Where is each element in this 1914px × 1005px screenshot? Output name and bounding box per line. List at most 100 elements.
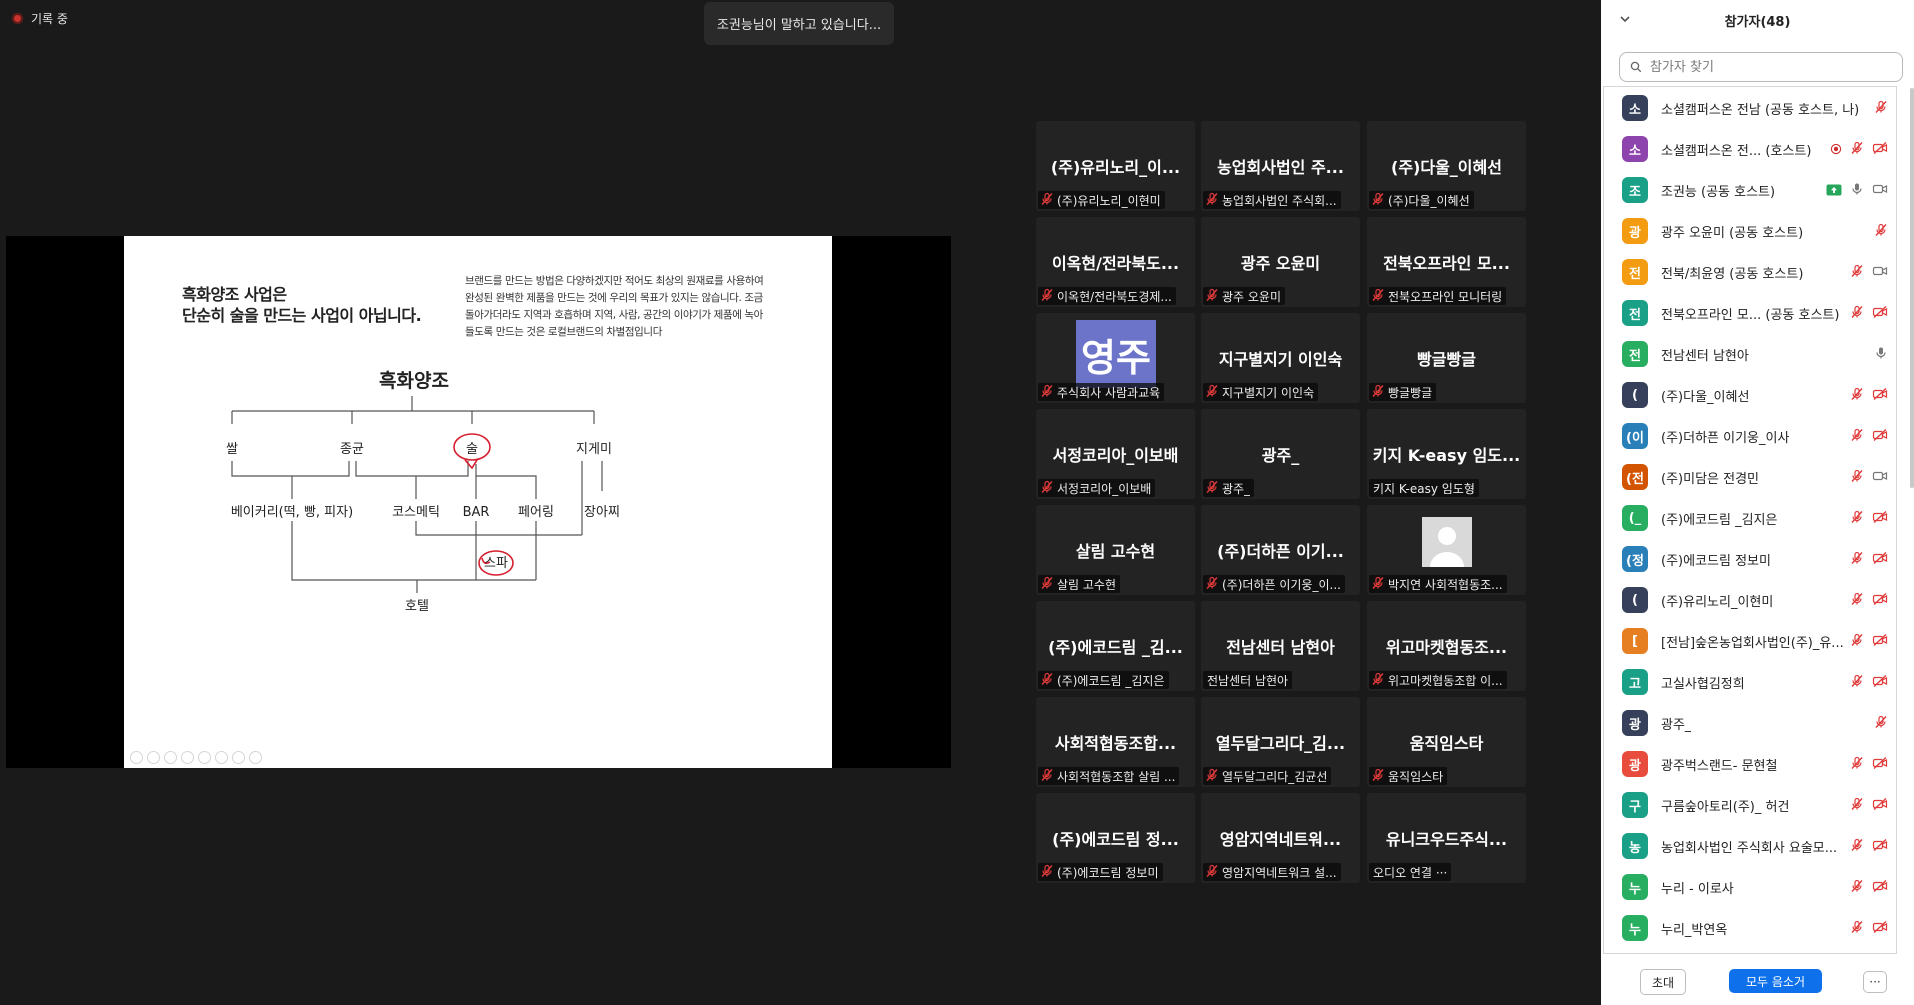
participant-row[interactable]: 광 광주 오윤미 (공동 호스트) <box>1604 210 1896 251</box>
pen-icon[interactable] <box>164 751 177 764</box>
mic-muted-icon[interactable] <box>1850 304 1864 323</box>
video-off-icon[interactable] <box>1872 304 1888 323</box>
video-tile[interactable]: (주)에코드림 정... (주)에코드림 정보미 <box>1036 793 1195 883</box>
video-tile[interactable]: 영암지역네트워... 영암지역네트워크 설... <box>1201 793 1360 883</box>
recording-indicator[interactable]: 기록 중 <box>12 10 68 27</box>
mic-muted-icon[interactable] <box>1850 509 1864 528</box>
participant-row[interactable]: (이 (주)더하픈 이기웅_이사 <box>1604 415 1896 456</box>
video-tile[interactable]: 움직임스타 움직임스타 <box>1367 697 1526 787</box>
participant-row[interactable]: (_ (주)에코드림 _김지은 <box>1604 497 1896 538</box>
search-input[interactable] <box>1648 58 1892 76</box>
video-off-icon[interactable] <box>1872 878 1888 897</box>
participant-row[interactable]: [[전남]숲온농업회사법인(주)_유... <box>1604 620 1896 661</box>
video-tile[interactable]: 유니크우드주식... 오디오 연결 ··· <box>1367 793 1526 883</box>
mic-muted-icon[interactable] <box>1850 468 1864 487</box>
mic-muted-icon[interactable] <box>1850 632 1864 651</box>
mic-muted-icon[interactable] <box>1850 878 1864 897</box>
mic-muted-icon[interactable] <box>1850 673 1864 692</box>
video-tile[interactable]: 광주_ 광주_ <box>1201 409 1360 499</box>
pointer-icon[interactable] <box>181 751 194 764</box>
participant-row[interactable]: 고 고실사협김정희 <box>1604 661 1896 702</box>
video-tile[interactable]: 빵글빵글 빵글빵글 <box>1367 313 1526 403</box>
participant-row[interactable]: 광 광주벅스랜드- 문현철 <box>1604 743 1896 784</box>
more-options-icon[interactable] <box>249 751 262 764</box>
next-slide-icon[interactable] <box>147 751 160 764</box>
video-tile[interactable]: 사회적협동조합... 사회적협동조합 살림 ... <box>1036 697 1195 787</box>
mic-icon[interactable] <box>1850 181 1864 200</box>
mic-muted-icon[interactable] <box>1850 837 1864 856</box>
participant-row[interactable]: 전 전북/최윤영 (공동 호스트) <box>1604 251 1896 292</box>
mic-muted-icon[interactable] <box>1850 591 1864 610</box>
video-icon[interactable] <box>1872 181 1888 200</box>
video-off-icon[interactable] <box>1872 509 1888 528</box>
mic-muted-icon[interactable] <box>1850 755 1864 774</box>
invite-button[interactable]: 초대 <box>1640 969 1686 995</box>
video-tile[interactable]: 전북오프라인 모... 전북오프라인 모니터링 <box>1367 217 1526 307</box>
video-tile[interactable]: 살림 고수현 살림 고수현 <box>1036 505 1195 595</box>
video-off-icon[interactable] <box>1872 632 1888 651</box>
video-tile[interactable]: (주)더하픈 이기... (주)더하픈 이기웅_이... <box>1201 505 1360 595</box>
mic-muted-icon[interactable] <box>1874 99 1888 118</box>
video-tile[interactable]: 열두달그리다_김... 열두달그리다_김균선 <box>1201 697 1360 787</box>
participant-list[interactable]: 소 소셜캠퍼스온 전남 (공동 호스트, 나) 소 소셜캠퍼스온 전... (호스트)… <box>1603 86 1897 954</box>
participant-row[interactable]: 소 소셜캠퍼스온 전남 (공동 호스트, 나) <box>1604 87 1896 128</box>
participant-row[interactable]: ((주)유리노리_이현미 <box>1604 579 1896 620</box>
grid-icon[interactable] <box>215 751 228 764</box>
mic-muted-icon[interactable] <box>1874 714 1888 733</box>
mic-icon[interactable] <box>1874 345 1888 364</box>
participant-row[interactable]: 누 누리 - 이로사 <box>1604 866 1896 907</box>
more-button[interactable]: ··· <box>1863 971 1887 993</box>
video-tile[interactable]: 위고마켓협동조... 위고마켓협동조합 이... <box>1367 601 1526 691</box>
mute-all-button[interactable]: 모두 음소거 <box>1729 969 1822 993</box>
video-tile[interactable]: 전남센터 남현아 전남센터 남현아 <box>1201 601 1360 691</box>
prev-slide-icon[interactable] <box>130 751 143 764</box>
video-tile[interactable]: (주)다울_이혜선 (주)다울_이혜선 <box>1367 121 1526 211</box>
mic-muted-icon[interactable] <box>1850 140 1864 159</box>
participant-row[interactable]: 광 광주_ <box>1604 702 1896 743</box>
participant-row[interactable]: (전 (주)미담은 전경민 <box>1604 456 1896 497</box>
participant-row[interactable]: (정 (주)에코드림 정보미 <box>1604 538 1896 579</box>
video-tile[interactable]: 서정코리아_이보배 서정코리아_이보배 <box>1036 409 1195 499</box>
participant-row[interactable]: 조 조권능 (공동 호스트) <box>1604 169 1896 210</box>
video-off-icon[interactable] <box>1872 427 1888 446</box>
video-icon[interactable] <box>1872 468 1888 487</box>
video-off-icon[interactable] <box>1872 755 1888 774</box>
video-tile[interactable]: 이옥현/전라북도... 이옥현/전라북도경제... <box>1036 217 1195 307</box>
video-off-icon[interactable] <box>1872 386 1888 405</box>
video-off-icon[interactable] <box>1872 140 1888 159</box>
video-off-icon[interactable] <box>1872 919 1888 938</box>
mic-muted-icon[interactable] <box>1850 427 1864 446</box>
participant-row[interactable]: 전 전북오프라인 모... (공동 호스트) <box>1604 292 1896 333</box>
participant-row[interactable]: 소 소셜캠퍼스온 전... (호스트) <box>1604 128 1896 169</box>
participant-row[interactable]: 전 전남센터 남현아 <box>1604 333 1896 374</box>
participant-search[interactable] <box>1619 52 1903 82</box>
video-tile[interactable]: 박지연 사회적협동조... <box>1367 505 1526 595</box>
video-tile[interactable]: 지구별지기 이인숙 지구별지기 이인숙 <box>1201 313 1360 403</box>
participant-row[interactable]: 농 농업회사법인 주식회사 요술모... <box>1604 825 1896 866</box>
video-icon[interactable] <box>1872 263 1888 282</box>
zoom-icon[interactable] <box>198 751 211 764</box>
video-off-icon[interactable] <box>1872 591 1888 610</box>
participant-row[interactable]: ((주)다울_이혜선 <box>1604 374 1896 415</box>
video-off-icon[interactable] <box>1872 673 1888 692</box>
participant-row[interactable]: 누 누리_박연옥 <box>1604 907 1896 948</box>
video-tile[interactable]: (주)에코드림 _김... (주)에코드림 _김지은 <box>1036 601 1195 691</box>
list-scrollbar[interactable] <box>1910 88 1914 488</box>
mic-muted-icon[interactable] <box>1850 919 1864 938</box>
mic-muted-icon[interactable] <box>1850 550 1864 569</box>
participant-row[interactable]: 구 구름숲아토리(주)_ 허건 <box>1604 784 1896 825</box>
shared-screen[interactable]: 흑화양조 사업은 단순히 술을 만드는 사업이 아닙니다. 브랜드를 만드는 방… <box>6 236 951 768</box>
mic-muted-icon[interactable] <box>1850 386 1864 405</box>
video-tile[interactable]: 키지 K-easy 임도... 키지 K-easy 임도형 <box>1367 409 1526 499</box>
video-off-icon[interactable] <box>1872 550 1888 569</box>
video-off-icon[interactable] <box>1872 796 1888 815</box>
video-tile[interactable]: 농업회사법인 주... 농업회사법인 주식회... <box>1201 121 1360 211</box>
video-tile[interactable]: 광주 오윤미 광주 오윤미 <box>1201 217 1360 307</box>
mic-muted-icon[interactable] <box>1850 796 1864 815</box>
camera-icon[interactable] <box>232 751 245 764</box>
mic-muted-icon[interactable] <box>1874 222 1888 241</box>
video-tile[interactable]: (주)유리노리_이... (주)유리노리_이현미 <box>1036 121 1195 211</box>
mic-muted-icon[interactable] <box>1850 263 1864 282</box>
video-off-icon[interactable] <box>1872 837 1888 856</box>
video-tile[interactable]: 영주 주식회사 사람과교육 <box>1036 313 1195 403</box>
